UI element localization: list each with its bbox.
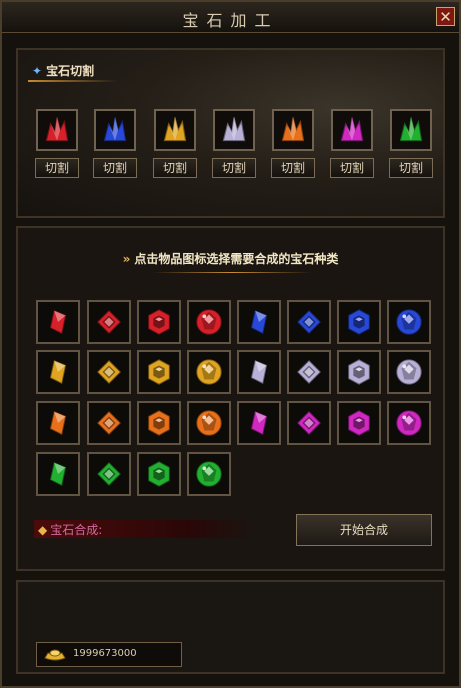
currency-box: 1999673000 [36, 642, 182, 667]
cut-button-purple[interactable]: 切割 [330, 158, 374, 178]
white-crystal-icon [222, 117, 246, 142]
result-label-text: 宝石合成: [50, 523, 103, 537]
gem-cutting-title: ✦ 宝石切割 [32, 62, 94, 79]
close-button[interactable]: ✕ [436, 7, 455, 26]
gem-slot[interactable] [187, 452, 231, 496]
gem-icon [148, 461, 170, 487]
gem-icon [97, 310, 121, 334]
gem-icon [396, 359, 422, 385]
gem-icon [49, 462, 67, 486]
gem-icon [396, 309, 422, 335]
yellow-crystal-icon [163, 117, 187, 142]
currency-value: 1999673000 [73, 648, 137, 659]
cut-button-blue[interactable]: 切割 [93, 158, 137, 178]
gem-slot[interactable] [87, 350, 131, 394]
gem-icon [297, 360, 321, 384]
gem-icon [196, 410, 222, 436]
diamond-icon: ✦ [32, 64, 43, 78]
cut-gem-purple[interactable] [331, 109, 373, 151]
cut-gem-white[interactable] [213, 109, 255, 151]
gem-slot[interactable] [287, 300, 331, 344]
gem-slot[interactable] [87, 401, 131, 445]
start-synthesis-button[interactable]: 开始合成 [296, 514, 432, 546]
purple-crystal-icon [340, 117, 364, 142]
gem-slot[interactable] [87, 452, 131, 496]
gem-slot[interactable] [237, 300, 281, 344]
title-underline [28, 80, 118, 82]
gem-icon [49, 411, 67, 435]
gem-slot[interactable] [137, 300, 181, 344]
red-crystal-icon [45, 117, 69, 142]
gem-icon [250, 360, 268, 384]
gem-slot[interactable] [187, 350, 231, 394]
cut-gem-orange[interactable] [272, 109, 314, 151]
gem-slot[interactable] [137, 452, 181, 496]
title-bar: 宝石加工 ✕ [2, 2, 459, 33]
synthesis-hint: » 点击物品图标选择需要合成的宝石种类 [2, 250, 459, 267]
gem-icon [250, 310, 268, 334]
cut-gem-green[interactable] [390, 109, 432, 151]
cut-button-yellow[interactable]: 切割 [153, 158, 197, 178]
cut-gem-yellow[interactable] [154, 109, 196, 151]
gem-cutting-title-text: 宝石切割 [46, 64, 95, 78]
gem-slot[interactable] [187, 300, 231, 344]
gem-icon [148, 359, 170, 385]
gem-slot[interactable] [387, 401, 431, 445]
gem-icon [49, 310, 67, 334]
gem-slot[interactable] [237, 401, 281, 445]
gem-icon [97, 462, 121, 486]
gem-slot[interactable] [237, 350, 281, 394]
gem-slot[interactable] [36, 452, 80, 496]
gem-icon [49, 360, 67, 384]
gem-icon [97, 360, 121, 384]
gem-slot[interactable] [137, 401, 181, 445]
hint-divider [152, 272, 312, 273]
gem-icon [348, 359, 370, 385]
gem-slot[interactable] [287, 401, 331, 445]
diamond-bullet-icon: ◆ [38, 523, 48, 537]
gem-processing-window: 宝石加工 ✕ ✦ 宝石切割 切割 切割 切割 切割 切割 切割 切割 » 点击物品图标选择需要合… [0, 0, 461, 688]
gem-slot[interactable] [36, 350, 80, 394]
gem-icon [297, 310, 321, 334]
cut-button-orange[interactable]: 切割 [271, 158, 315, 178]
gem-icon [148, 410, 170, 436]
gem-icon [148, 309, 170, 335]
gem-slot[interactable] [337, 300, 381, 344]
gem-icon [348, 309, 370, 335]
cut-button-green[interactable]: 切割 [389, 158, 433, 178]
gem-icon [196, 309, 222, 335]
synthesis-hint-text: 点击物品图标选择需要合成的宝石种类 [134, 252, 339, 266]
gem-slot[interactable] [337, 401, 381, 445]
gem-icon [97, 411, 121, 435]
gem-slot[interactable] [387, 350, 431, 394]
gem-slot[interactable] [337, 350, 381, 394]
cut-gem-blue[interactable] [94, 109, 136, 151]
gem-icon [396, 410, 422, 436]
gem-icon [297, 411, 321, 435]
orange-crystal-icon [281, 117, 305, 142]
gem-icon [348, 410, 370, 436]
gem-icon [250, 411, 268, 435]
gem-slot[interactable] [137, 350, 181, 394]
cut-button-red[interactable]: 切割 [35, 158, 79, 178]
gem-slot[interactable] [87, 300, 131, 344]
gem-icon [196, 461, 222, 487]
cut-gem-red[interactable] [36, 109, 78, 151]
chevron-down-icon: » [122, 252, 131, 266]
blue-crystal-icon [103, 117, 127, 142]
gem-slot[interactable] [36, 300, 80, 344]
gem-slot[interactable] [387, 300, 431, 344]
gem-slot[interactable] [287, 350, 331, 394]
window-title: 宝石加工 [182, 11, 279, 30]
cut-button-white[interactable]: 切割 [212, 158, 256, 178]
gem-slot[interactable] [187, 401, 231, 445]
gem-slot[interactable] [36, 401, 80, 445]
result-label: ◆ 宝石合成: [38, 521, 102, 538]
green-crystal-icon [399, 117, 423, 142]
gem-icon [196, 359, 222, 385]
gold-ingot-icon [44, 649, 66, 661]
